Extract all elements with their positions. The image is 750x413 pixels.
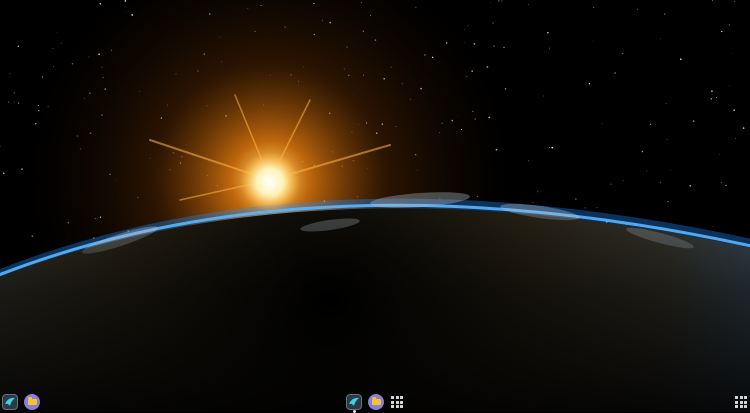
- browser-app-icon[interactable]: [346, 394, 362, 410]
- files-app-icon[interactable]: [368, 394, 384, 410]
- browser-app-icon[interactable]: [2, 394, 18, 410]
- browser-icon: [5, 397, 15, 406]
- folder-icon: [371, 397, 381, 405]
- files-app-icon[interactable]: [24, 394, 40, 410]
- folder-icon: [27, 397, 37, 405]
- app-launcher-icon[interactable]: [735, 396, 747, 408]
- desktop-wallpaper: [0, 0, 750, 412]
- browser-icon: [349, 397, 359, 406]
- app-launcher-icon[interactable]: [391, 396, 403, 408]
